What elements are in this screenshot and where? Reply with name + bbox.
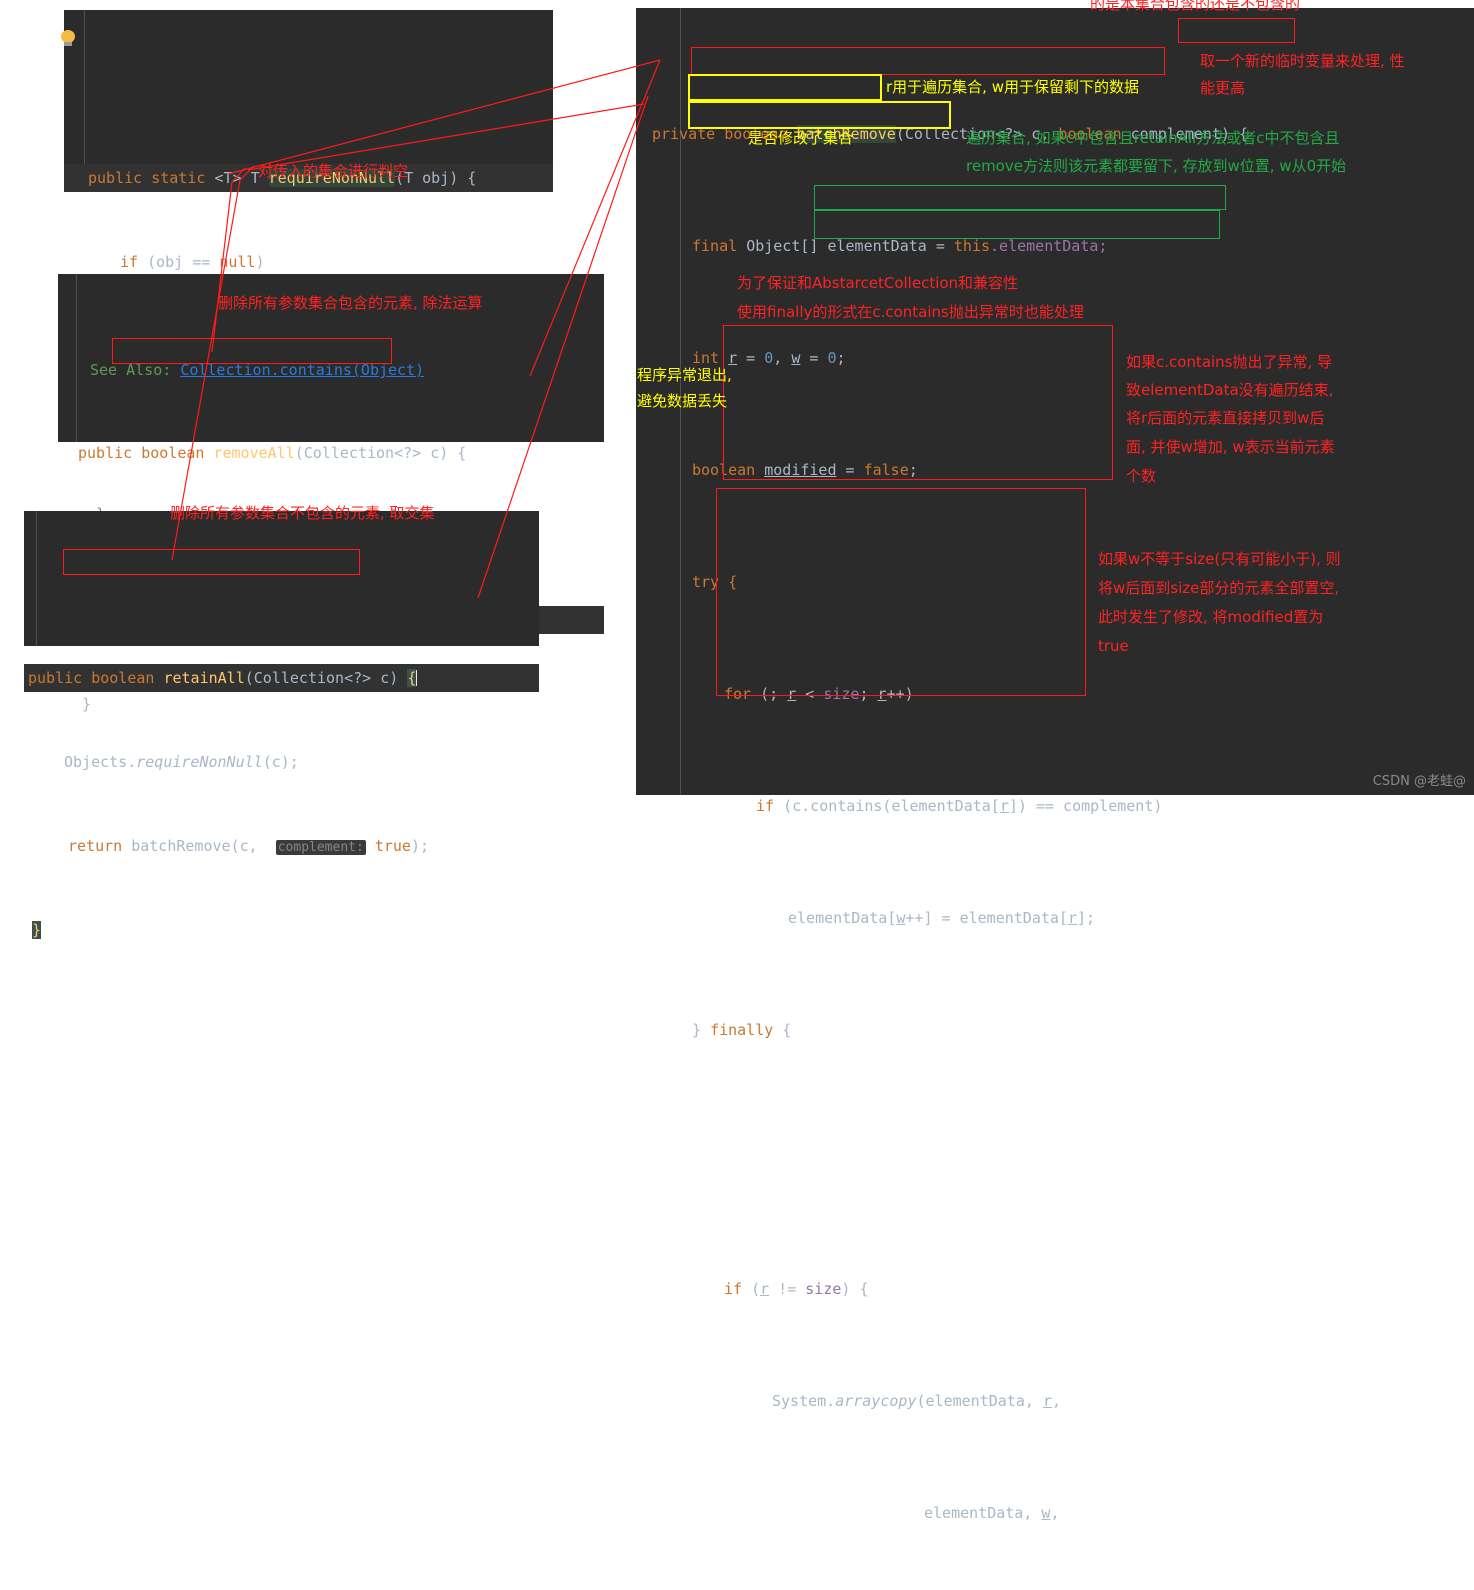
token-method-remove-all: removeAll xyxy=(213,444,295,462)
highlight-box-assign-element-data xyxy=(814,210,1220,239)
code-line-close: } xyxy=(24,916,539,944)
token-element-data: elementData = xyxy=(818,237,954,255)
code-line-signature: public boolean removeAll(Collection<?> c… xyxy=(58,438,604,466)
annotation-clear-tail-1: 如果w不等于size(只有可能小于), 则 xyxy=(1098,550,1341,568)
highlight-box-if-contains xyxy=(814,185,1226,210)
token-object-array: Object[] xyxy=(746,237,819,255)
annotation-finally-reason-1: 为了保证和AbstarcetCollection和兼容性 xyxy=(737,274,1019,292)
token-method-retain-all: retainAll xyxy=(163,669,245,687)
token-objects: Objects. xyxy=(64,753,137,771)
highlight-box-final-element-data xyxy=(691,47,1165,75)
token-public: public xyxy=(88,169,143,187)
annotation-temp-variable-2: 能更高 xyxy=(1200,79,1246,97)
annotation-retain-all-desc: 删除所有参数集合不包含的元素, 取交集 xyxy=(170,504,435,522)
token-param: obj xyxy=(422,169,450,187)
annotation-clear-tail-3: 此时发生了修改, 将modified置为 xyxy=(1098,608,1324,626)
highlight-box-if-w-not-size xyxy=(716,488,1086,696)
token-this: this xyxy=(953,237,991,255)
token-batch-remove: batchRemove xyxy=(131,837,231,855)
token-args: (Collection<?> c) xyxy=(244,669,408,687)
token-boolean: boolean xyxy=(91,669,155,687)
token-boolean: boolean xyxy=(141,444,205,462)
token-public: public xyxy=(78,444,133,462)
token-public: public xyxy=(28,669,83,687)
token-args: (Collection<?> c) { xyxy=(294,444,467,462)
code-line-if-contains: if (c.contains(elementData[r]) == comple… xyxy=(756,797,1163,815)
token-if: if xyxy=(724,1280,743,1298)
highlight-box-if-r-not-size xyxy=(723,325,1113,480)
code-line-arraycopy-2: elementData, w, xyxy=(924,1504,1060,1522)
annotation-traverse-1: 遍历集合, 如果c中包含且retainAll方法或者c中不包含且 xyxy=(966,129,1340,147)
annotation-temp-variable-1: 取一个新的临时变量来处理, 性 xyxy=(1200,52,1405,70)
token-true: true xyxy=(374,837,411,855)
code-line: if (obj == null) xyxy=(120,253,265,271)
code-line-return-batch-remove: return batchRemove(c, complement: true); xyxy=(24,832,539,860)
token-tail: (c); xyxy=(262,753,299,771)
param-hint-complement: complement: xyxy=(275,840,366,855)
annotation-abnormal-exit-2: 避免数据丢失 xyxy=(637,392,728,410)
code-line-signature: public boolean retainAll(Collection<?> c… xyxy=(24,664,539,692)
code-panel-retain-all[interactable]: public boolean retainAll(Collection<?> c… xyxy=(24,511,539,939)
csdn-watermark: CSDN @老蛙@ xyxy=(1372,774,1466,789)
token-static: static xyxy=(151,169,206,187)
annotation-traverse-2: remove方法则该元素都要留下, 存放到w位置, w从0开始 xyxy=(966,157,1347,175)
code-line-finally: } finally { xyxy=(692,1021,792,1039)
intention-bulb-icon[interactable] xyxy=(60,30,76,48)
code-line-if-r-size: if (r != size) { xyxy=(724,1280,869,1298)
annotation-clear-tail-2: 将w后面到size部分的元素全部置空, xyxy=(1098,579,1340,597)
annotation-clear-tail-4: true xyxy=(1098,637,1129,655)
annotation-exception-copy-1: 如果c.contains抛出了异常, 导 xyxy=(1126,353,1333,371)
code-line-assign-element-data: elementData[w++] = elementData[r]; xyxy=(788,909,1096,927)
screenshot-root: public static <T> T requireNonNull(T obj… xyxy=(0,0,1474,1522)
annotation-null-check: 对传入的集合进行判空 xyxy=(258,162,409,180)
highlight-box-complement-param xyxy=(1178,18,1295,43)
annotation-finally-reason-2: 使用finally的形式在c.contains抛出异常时也能处理 xyxy=(737,303,1084,321)
highlight-box-require-non-null-remove-all xyxy=(112,338,392,364)
token-closing-brace: } xyxy=(32,921,42,939)
annotation-exception-copy-5: 个数 xyxy=(1126,467,1157,485)
annotation-exception-copy-2: 致elementData没有遍历结束, xyxy=(1126,381,1334,399)
annotation-modified-flag: 是否修改了集合 xyxy=(748,129,854,147)
token-this-element-data: .elementData; xyxy=(990,237,1108,255)
text-caret xyxy=(416,670,418,686)
token-if: if xyxy=(756,797,775,815)
token-require-non-null-call: requireNonNull xyxy=(136,753,263,771)
code-line-arraycopy-1: System.arraycopy(elementData, r, xyxy=(772,1392,1061,1410)
token-return: return xyxy=(68,837,123,855)
annotation-complement-meaning: 的是本集合包含的还是不包含的 xyxy=(1090,0,1301,13)
highlight-box-int-r-w xyxy=(688,74,882,101)
highlight-box-require-non-null-retain-all xyxy=(63,549,360,575)
token-open-paren: (c, xyxy=(230,837,276,855)
annotation-exception-copy-4: 面, 并使w增加, w表示当前元素 xyxy=(1126,438,1335,456)
annotation-r-w-usage: r用于遍历集合, w用于保留剩下的数据 xyxy=(886,78,1139,96)
annotation-remove-all-desc: 删除所有参数集合包含的元素, 除法运算 xyxy=(218,294,483,312)
token-generic: <T> xyxy=(214,169,242,187)
annotation-abnormal-exit-1: 程序异常退出, xyxy=(637,366,732,384)
code-line-require-non-null: Objects.requireNonNull(c); xyxy=(24,748,539,776)
token-brace-match: { xyxy=(407,669,417,687)
token-final: final xyxy=(692,237,738,255)
annotation-exception-copy-3: 将r后面的元素直接拷贝到w后 xyxy=(1126,409,1325,427)
token-close: ); xyxy=(410,837,430,855)
